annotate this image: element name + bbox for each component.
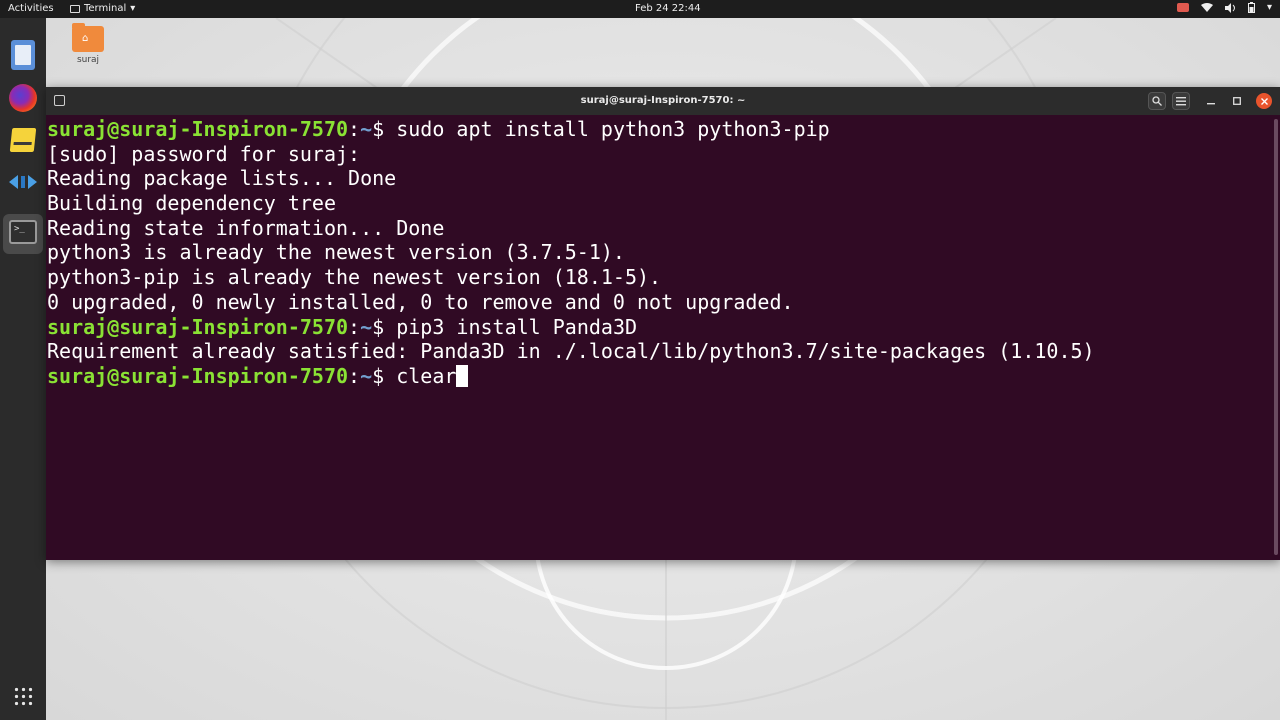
vscode-icon[interactable]: [7, 166, 39, 198]
close-icon: [1260, 97, 1268, 105]
system-menu-chevron-icon[interactable]: ▾: [1267, 2, 1272, 13]
chevron-down-icon: ▾: [130, 3, 136, 14]
top-bar: Activities Terminal ▾ Feb 24 22:44 ▾: [0, 0, 1280, 18]
window-title: suraj@suraj-Inspiron-7570: ~: [580, 95, 746, 106]
firefox-icon[interactable]: [7, 82, 39, 114]
terminal-output: suraj@suraj-Inspiron-7570:~$ sudo apt in…: [47, 117, 1095, 389]
show-applications-icon[interactable]: [7, 684, 39, 716]
terminal-dock-icon[interactable]: >_: [7, 216, 39, 248]
output-line: Reading state information... Done: [47, 215, 445, 240]
output-line: python3-pip is already the newest versio…: [47, 265, 662, 290]
home-folder[interactable]: ⌂ suraj: [70, 23, 106, 65]
text-cursor: [456, 364, 469, 387]
prompt-line: suraj@suraj-Inspiron-7570:~$ pip3 instal…: [47, 315, 1095, 340]
output-line: Building dependency tree: [47, 191, 336, 216]
volume-icon: [1224, 2, 1235, 13]
output-line: Requirement already satisfied: Panda3D i…: [47, 339, 1095, 364]
prompt-symbol: $: [372, 314, 397, 339]
scrollbar[interactable]: [1274, 119, 1278, 555]
clock[interactable]: Feb 24 22:44: [635, 3, 701, 14]
prompt-symbol: $: [372, 117, 397, 141]
prompt-line: suraj@suraj-Inspiron-7570:~$ sudo apt in…: [47, 117, 1095, 142]
prompt-separator: :: [348, 363, 361, 388]
text-editor-icon[interactable]: [7, 124, 39, 156]
prompt-user: suraj@suraj-Inspiron-7570: [47, 363, 349, 388]
screen-recording-icon[interactable]: [1176, 3, 1189, 12]
hamburger-menu-button[interactable]: [1172, 92, 1190, 110]
terminal-window[interactable]: suraj@suraj-Inspiron-7570: ~ suraj@suraj…: [46, 87, 1280, 560]
title-bar[interactable]: suraj@suraj-Inspiron-7570: ~: [46, 87, 1280, 115]
minimize-button[interactable]: [1202, 92, 1220, 110]
command-text: pip3 install Panda3D: [396, 314, 638, 339]
prompt-separator: :: [348, 314, 361, 339]
close-button[interactable]: [1256, 93, 1272, 109]
prompt-line: suraj@suraj-Inspiron-7570:~$ clear: [47, 364, 1095, 389]
minimize-icon: [1207, 103, 1215, 105]
battery-icon: [1247, 2, 1255, 13]
home-folder-icon: ⌂: [72, 23, 104, 52]
prompt-path: ~: [360, 363, 373, 388]
prompt-path: ~: [360, 314, 373, 339]
prompt-user: suraj@suraj-Inspiron-7570: [47, 314, 349, 339]
hamburger-icon: [1176, 97, 1186, 106]
output-line: 0 upgraded, 0 newly installed, 0 to remo…: [47, 289, 794, 314]
files-icon[interactable]: [7, 40, 39, 72]
maximize-icon: [1233, 97, 1241, 105]
output-line: python3 is already the newest version (3…: [47, 240, 625, 265]
wifi-icon: [1200, 2, 1213, 12]
activities-button[interactable]: Activities: [8, 3, 54, 14]
search-button[interactable]: [1148, 92, 1166, 110]
system-tray[interactable]: ▾: [1176, 2, 1272, 13]
prompt-user: suraj@suraj-Inspiron-7570: [47, 117, 349, 141]
output-line: Reading package lists... Done: [47, 166, 397, 191]
maximize-button[interactable]: [1228, 92, 1246, 110]
dock: >_: [0, 18, 46, 720]
prompt-path: ~: [360, 117, 373, 141]
command-text: sudo apt install python3 python3-pip: [396, 117, 830, 141]
home-folder-label: suraj: [76, 55, 100, 65]
prompt-separator: :: [348, 117, 361, 141]
app-menu-label: Terminal: [84, 3, 127, 14]
terminal-area[interactable]: suraj@suraj-Inspiron-7570:~$ sudo apt in…: [46, 115, 1280, 560]
output-line: [sudo] password for suraj:: [47, 141, 361, 166]
search-icon: [1152, 96, 1162, 106]
command-text: clear: [396, 363, 457, 388]
app-menu[interactable]: Terminal ▾: [70, 3, 135, 14]
terminal-icon: [70, 4, 80, 13]
prompt-symbol: $: [372, 363, 397, 388]
